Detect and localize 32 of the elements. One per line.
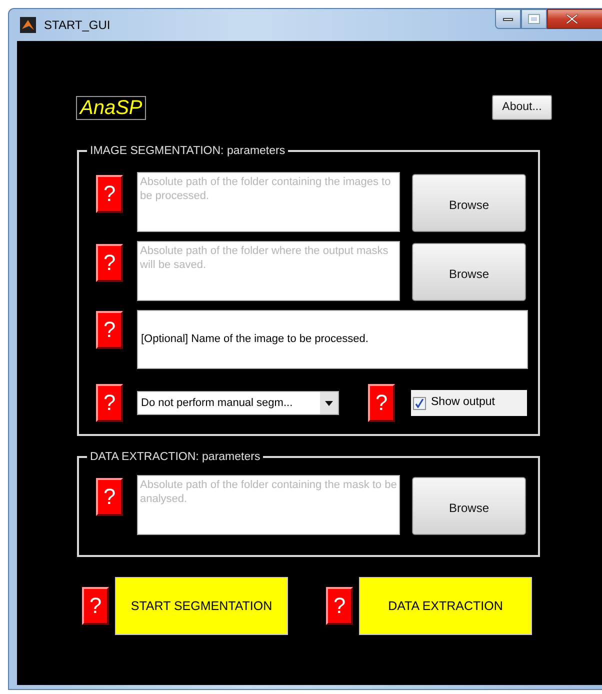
path-field[interactable]: Absolute path of the folder containing the images to be processed. (137, 172, 400, 232)
maximize-icon (529, 15, 539, 23)
browse-button[interactable]: Browse (412, 477, 526, 535)
segmentation-dropdown[interactable]: Do not perform manual segm... (137, 391, 339, 415)
help-button[interactable]: ? (96, 175, 123, 213)
help-button[interactable]: ? (96, 244, 123, 282)
help-button[interactable]: ? (96, 311, 123, 349)
logo: AnaSP (76, 96, 146, 120)
checkmark-icon (415, 398, 424, 408)
group-title: DATA EXTRACTION: parameters (87, 449, 264, 465)
close-button[interactable] (547, 9, 602, 29)
action-button[interactable]: DATA EXTRACTION (359, 577, 532, 635)
show-output-checkbox[interactable]: Show output (411, 390, 527, 416)
image-name-field[interactable]: [Optional] Name of the image to be processed. (137, 310, 528, 369)
path-field[interactable]: Absolute path of the folder where the output masks will be saved. (137, 241, 400, 301)
group-title: IMAGE SEGMENTATION: parameters (87, 143, 288, 159)
about-button[interactable]: About... (492, 95, 552, 120)
close-icon (566, 14, 578, 24)
help-button[interactable]: ? (368, 384, 395, 422)
help-button[interactable]: ? (326, 587, 353, 625)
minimize-icon (503, 18, 513, 20)
app-icon (20, 17, 36, 33)
help-button[interactable]: ? (82, 587, 109, 625)
action-button[interactable]: START SEGMENTATION (115, 577, 288, 635)
maximize-button[interactable] (521, 9, 547, 29)
window-title: START_GUI (44, 17, 110, 34)
path-field[interactable]: Absolute path of the folder containing the mask to be analysed. (137, 475, 400, 535)
help-button[interactable]: ? (96, 384, 123, 422)
browse-button[interactable]: Browse (412, 243, 526, 301)
help-button[interactable]: ? (96, 478, 123, 516)
minimize-button[interactable] (495, 9, 521, 29)
browse-button[interactable]: Browse (412, 174, 526, 232)
